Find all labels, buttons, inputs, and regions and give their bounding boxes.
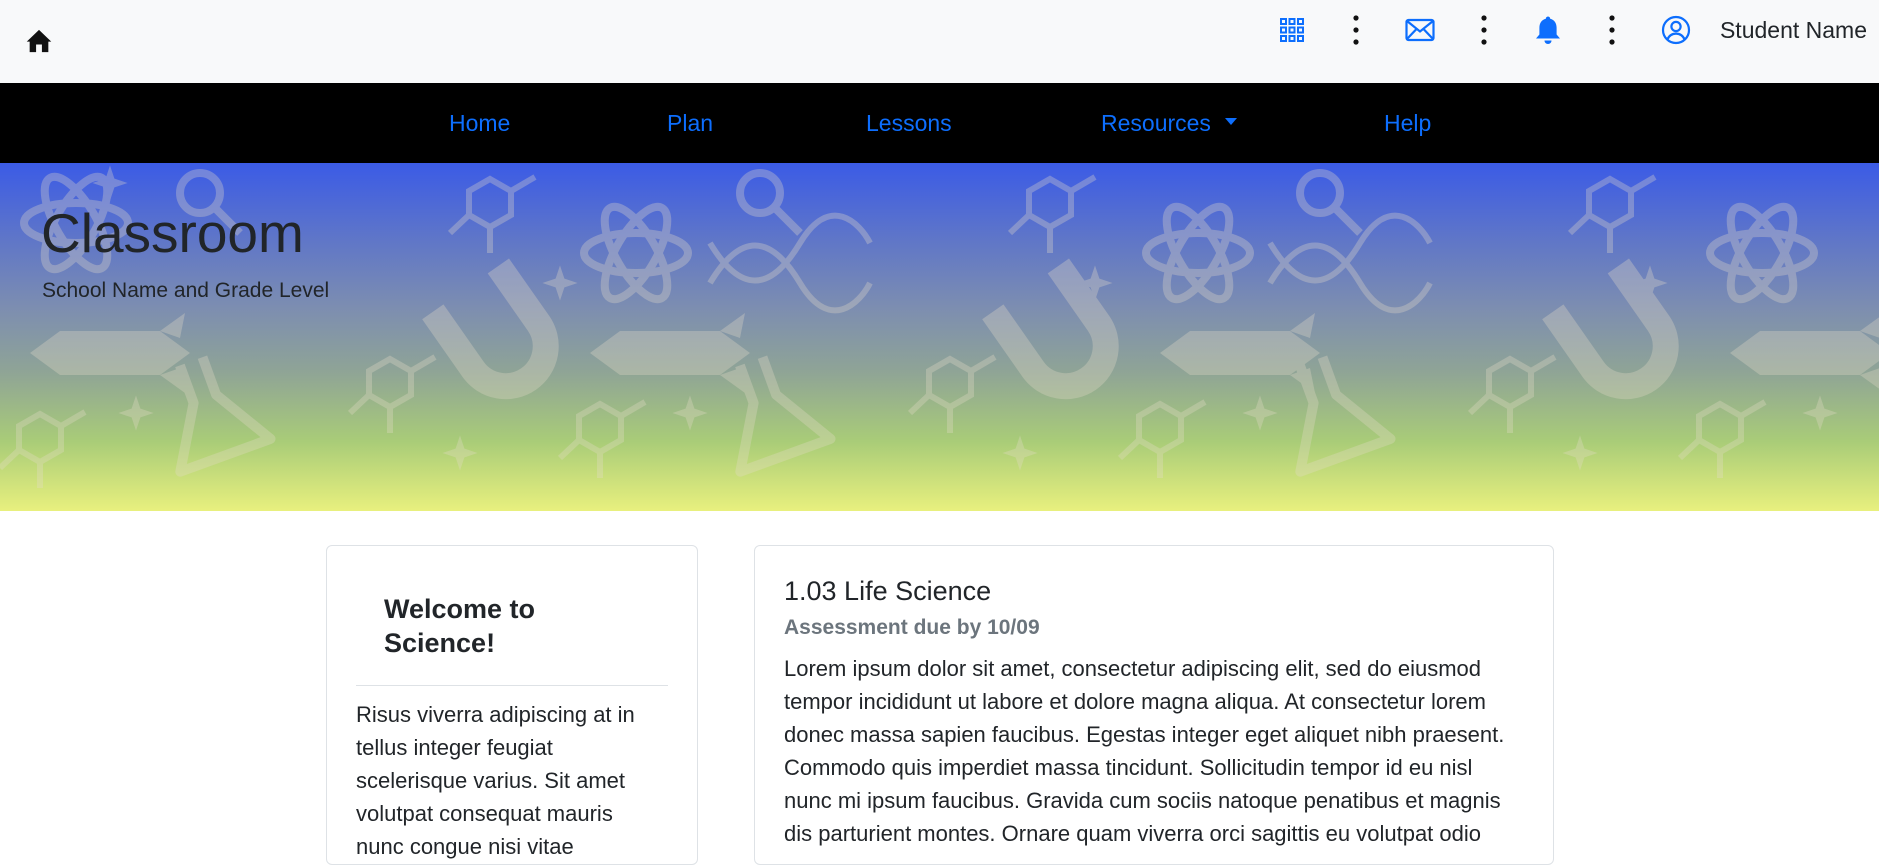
nav-home[interactable]: Home (449, 83, 510, 163)
caret-down-icon (1224, 118, 1237, 126)
home-icon[interactable] (25, 27, 53, 55)
user-circle-icon[interactable] (1660, 14, 1692, 46)
lesson-card-title: 1.03 Life Science (784, 576, 992, 606)
hero-banner: Classroom School Name and Grade Level (0, 163, 1879, 511)
kebab-menu-icon[interactable] (1596, 12, 1628, 48)
nav-resources-label: Resources (1101, 110, 1211, 136)
student-name[interactable]: Student Name (1720, 17, 1867, 44)
apps-grid-icon[interactable] (1276, 14, 1308, 46)
welcome-card-title: Welcome to Science! (384, 594, 536, 658)
kebab-menu-icon[interactable] (1340, 12, 1372, 48)
nav-plan[interactable]: Plan (667, 83, 713, 163)
bell-icon[interactable] (1532, 14, 1564, 46)
page-title: Classroom (41, 202, 304, 264)
top-toolbar: Student Name (1276, 12, 1867, 48)
nav-lessons[interactable]: Lessons (866, 83, 952, 163)
page-subtitle: School Name and Grade Level (42, 279, 330, 302)
welcome-card: Welcome to Science! Risus viverra adipis… (326, 545, 698, 865)
nav-help[interactable]: Help (1384, 83, 1431, 163)
lesson-card-text: Lorem ipsum dolor sit amet, consectetur … (784, 656, 1505, 846)
divider (356, 685, 668, 686)
lesson-due-date: Assessment due by 10/09 (784, 616, 1040, 639)
lesson-card[interactable]: 1.03 Life Science Assessment due by 10/0… (754, 545, 1554, 865)
mail-icon[interactable] (1404, 14, 1436, 46)
main-navigation: Home Plan Lessons Resources Help (0, 83, 1879, 163)
kebab-menu-icon[interactable] (1468, 12, 1500, 48)
nav-resources-dropdown[interactable]: Resources (1101, 83, 1237, 163)
welcome-card-text: Risus viverra adipiscing at in tellus in… (356, 702, 635, 859)
top-utility-bar: Student Name (0, 0, 1879, 83)
